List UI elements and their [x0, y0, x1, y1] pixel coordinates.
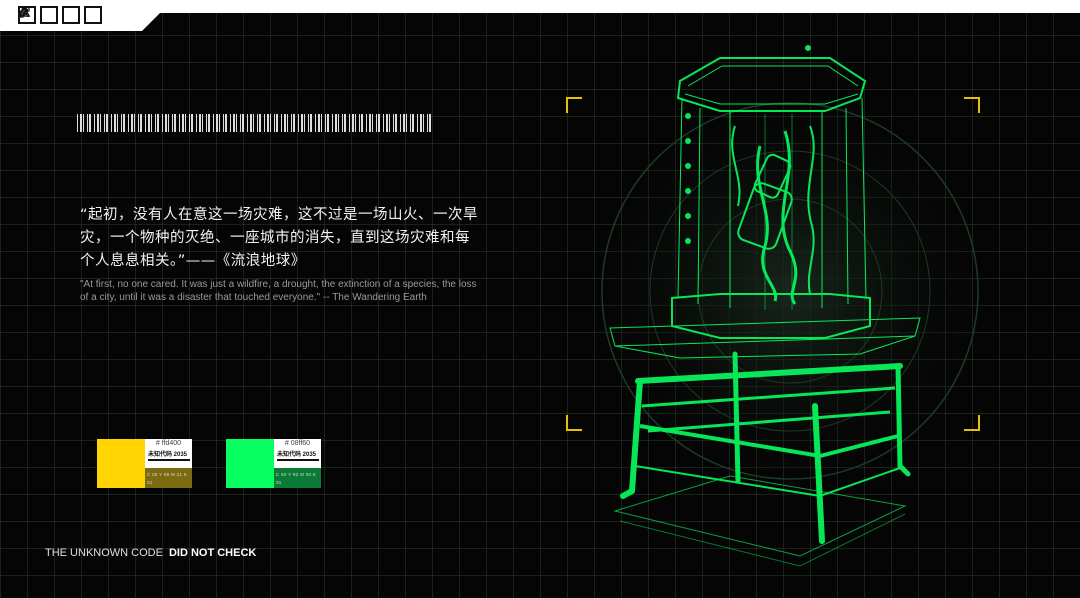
- swatch-brand-label: 未知代码 2035: [277, 451, 319, 461]
- swatch-color-codes: C 05 Y 85 M 21 K 01: [147, 472, 188, 485]
- swatch-footer: C 05 Y 85 M 21 K 01: [145, 468, 192, 488]
- swatch-color-block: [226, 439, 274, 488]
- swatch-info: # ffd400 未知代码 2035 C 05 Y 85 M 21 K 01: [145, 439, 192, 488]
- footer-caption: THE UNKNOWN CODE DID NOT CHECK: [45, 547, 256, 559]
- swatch-hex-label: # ffd400: [155, 440, 182, 447]
- swatch-color-codes: C 60 Y 82 M 00 K 01: [276, 472, 317, 485]
- qr-code-icon[interactable]: [18, 6, 102, 24]
- help-icon[interactable]: ?: [21, 6, 58, 24]
- quote-chinese: “起初，没有人在意这一场灾难，这不过是一场山火、一次旱灾，一个物种的灭绝、一座城…: [80, 207, 479, 269]
- footer-title: THE UNKNOWN CODE: [45, 547, 163, 559]
- swatch-brand-label: 未知代码 2035: [148, 451, 190, 461]
- top-bar: ?: [0, 0, 1080, 36]
- swatch-footer: C 60 Y 82 M 00 K 01: [274, 468, 321, 488]
- swatch-color-block: [97, 439, 145, 488]
- swatch-hex-label: # 08ff60: [284, 440, 311, 447]
- barcode-decoration: [77, 114, 431, 132]
- swatch-info: # 08ff60 未知代码 2035 C 60 Y 82 M 00 K 01: [274, 439, 321, 488]
- toolbar: ?: [18, 6, 102, 24]
- color-swatch-green: # 08ff60 未知代码 2035 C 60 Y 82 M 00 K 01: [226, 439, 321, 488]
- top-bar-frame: [0, 0, 1080, 31]
- color-swatch-yellow: # ffd400 未知代码 2035 C 05 Y 85 M 21 K 01: [97, 439, 192, 488]
- quote-english: "At first, no one cared. It was just a w…: [80, 279, 477, 303]
- footer-status: DID NOT CHECK: [168, 547, 257, 559]
- wireframe-capsule-illustration: [601, 45, 979, 567]
- pill-icon[interactable]: [19, 6, 80, 24]
